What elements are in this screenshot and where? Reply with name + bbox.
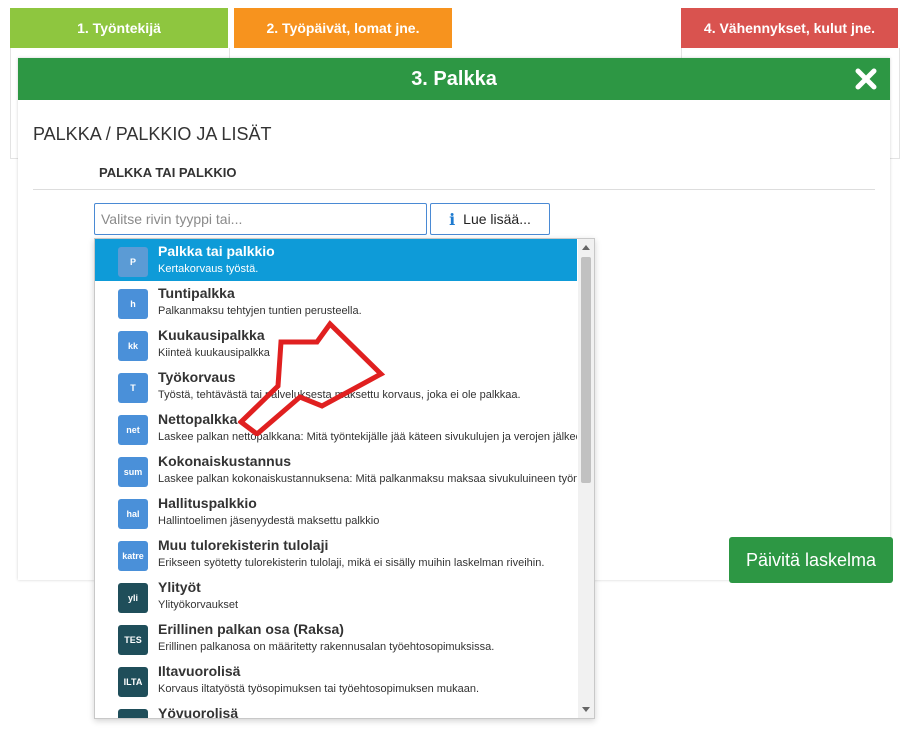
tab-deductions[interactable]: 4. Vähennykset, kulut jne. — [681, 8, 898, 48]
option-title: Muu tulorekisterin tulolaji — [158, 537, 329, 553]
dropdown-option[interactable]: hal Hallituspalkkio Hallintoelimen jäsenyy… — [95, 491, 577, 533]
option-title: Kuukausipalkka — [158, 327, 265, 343]
option-badge: ILTA — [118, 667, 148, 697]
dropdown-option[interactable]: net Nettopalkka Laskee palkan nettopalkkan… — [95, 407, 577, 449]
option-badge: katre — [118, 541, 148, 571]
option-title: Kokonaiskustannus — [158, 453, 292, 469]
dropdown-option[interactable]: sum Kokonaiskustannus Laskee palkan kokona… — [95, 449, 577, 491]
scroll-thumb[interactable] — [581, 257, 591, 483]
option-badge: net — [118, 415, 148, 445]
option-title: Ylityöt — [158, 579, 201, 595]
option-badge: TES — [118, 625, 148, 655]
option-description: Työstä, tehtävästä tai palveluksesta mak… — [158, 389, 521, 401]
dropdown-option[interactable]: ILTA Iltavuorolisä Korvaus iltatyöstä työs… — [95, 659, 577, 701]
option-title: Palkka tai palkkio — [158, 243, 275, 259]
row-type-search-input[interactable] — [94, 203, 427, 235]
option-title: Hallituspalkkio — [158, 495, 257, 511]
option-badge: YÖ — [118, 709, 148, 718]
tab-employee[interactable]: 1. Työntekijä — [10, 8, 228, 48]
info-icon: i — [449, 209, 456, 229]
option-title: Erillinen palkan osa (Raksa) — [158, 621, 344, 637]
scroll-down-icon[interactable] — [582, 707, 590, 712]
scroll-up-icon[interactable] — [582, 245, 590, 250]
option-badge: hal — [118, 499, 148, 529]
modal-title: 3. Palkka — [411, 67, 497, 90]
dropdown-option[interactable]: T Työkorvaus Työstä, tehtävästä tai palvel… — [95, 365, 577, 407]
option-description: Laskee palkan kokonaiskustannuksena: Mit… — [158, 473, 577, 485]
dropdown-option[interactable]: h Tuntipalkka Palkanmaksu tehtyjen tuntien… — [95, 281, 577, 323]
option-description: Korvaus iltatyöstä työsopimuksen tai työ… — [158, 683, 479, 695]
option-title: Työkorvaus — [158, 369, 236, 385]
option-badge: sum — [118, 457, 148, 487]
dropdown-option[interactable]: katre Muu tulorekisterin tulolaji Erikseen… — [95, 533, 577, 575]
dropdown-option[interactable]: P Palkka tai palkkio Kertakorvaus työstä. — [95, 239, 577, 281]
section-title: PALKKA / PALKKIO JA LISÄT — [33, 124, 272, 144]
read-more-button[interactable]: i Lue lisää... — [430, 203, 550, 235]
option-title: Yövuorolisä — [158, 705, 239, 719]
dropdown-scrollbar[interactable] — [578, 239, 594, 718]
option-description: Palkanmaksu tehtyjen tuntien perusteella… — [158, 305, 362, 317]
row-type-dropdown[interactable]: P Palkka tai palkkio Kertakorvaus työstä. h… — [94, 238, 595, 719]
option-description: Kiinteä kuukausipalkka — [158, 347, 270, 359]
read-more-label: Lue lisää... — [463, 211, 531, 227]
option-badge: h — [118, 289, 148, 319]
option-title: Tuntipalkka — [158, 285, 235, 301]
dropdown-list: P Palkka tai palkkio Kertakorvaus työstä. h… — [95, 239, 577, 719]
divider — [33, 189, 875, 190]
option-description: Laskee palkan nettopalkkana: Mitä työnte… — [158, 431, 577, 443]
option-badge: kk — [118, 331, 148, 361]
option-description: Kertakorvaus työstä. — [158, 263, 259, 275]
dropdown-option[interactable]: YÖ Yövuorolisä — [95, 701, 577, 719]
modal-header: 3. Palkka — [18, 58, 890, 100]
option-description: Erikseen syötetty tulorekisterin tulolaj… — [158, 557, 545, 569]
option-title: Nettopalkka — [158, 411, 238, 427]
option-description: Erillinen palkanosa on määritetty rakenn… — [158, 641, 495, 653]
option-badge: T — [118, 373, 148, 403]
tab-workdays[interactable]: 2. Työpäivät, lomat jne. — [234, 8, 452, 48]
option-title: Iltavuorolisä — [158, 663, 241, 679]
dropdown-option[interactable]: TES Erillinen palkan osa (Raksa) Erillinen… — [95, 617, 577, 659]
option-description: Ylityökorvaukset — [158, 599, 239, 611]
option-badge: yli — [118, 583, 148, 613]
update-calculation-button[interactable]: Päivitä laskelma — [729, 537, 893, 583]
sub-title: PALKKA TAI PALKKIO — [99, 165, 237, 180]
option-description: Hallintoelimen jäsenyydestä maksettu pal… — [158, 515, 380, 527]
dropdown-option[interactable]: yli Ylityöt Ylityökorvaukset — [95, 575, 577, 617]
close-icon[interactable] — [854, 67, 878, 91]
dropdown-option[interactable]: kk Kuukausipalkka Kiinteä kuukausipalkka — [95, 323, 577, 365]
option-badge: P — [118, 247, 148, 277]
